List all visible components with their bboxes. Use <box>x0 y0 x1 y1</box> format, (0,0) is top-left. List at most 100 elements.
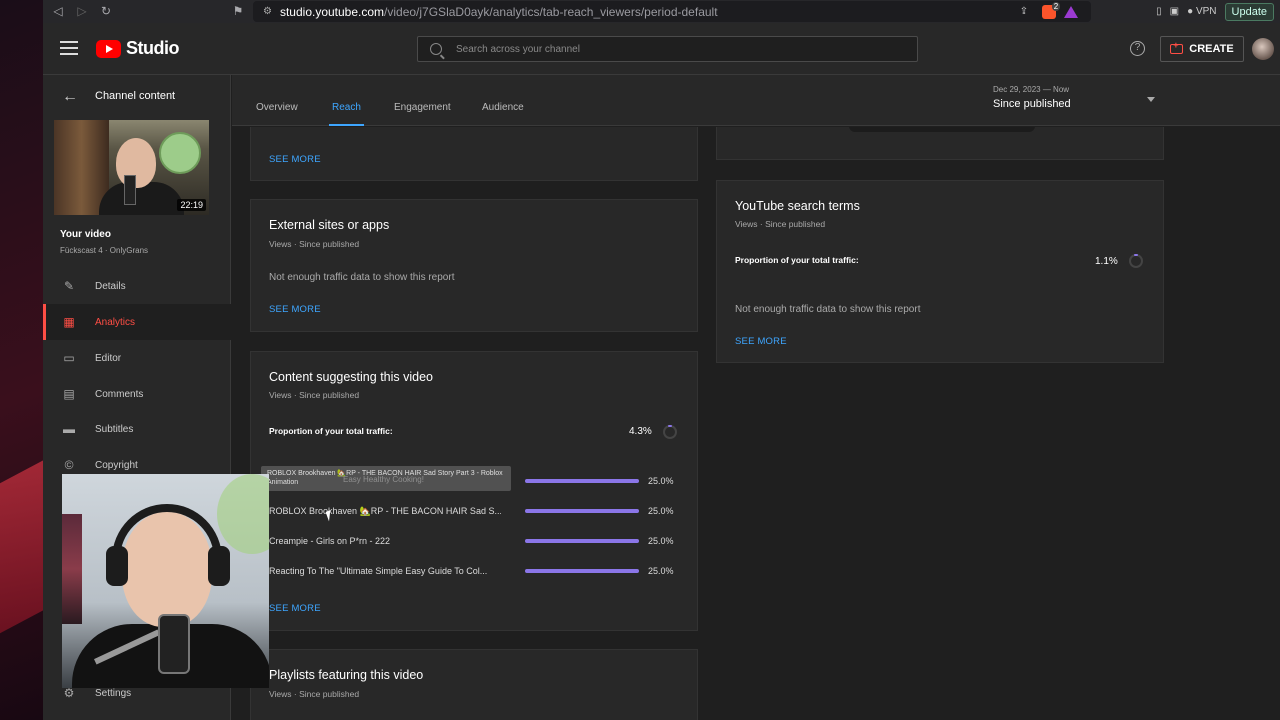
url-host: studio.youtube.com <box>279 4 385 19</box>
see-more-link[interactable]: SEE MORE <box>735 336 787 347</box>
period-label: Since published <box>993 98 1071 110</box>
tab-audience[interactable]: Audience <box>482 102 524 113</box>
url-path: /video/j7GSlaD0ayk/analytics/tab-reach_v… <box>384 4 718 19</box>
share-icon[interactable]: ⇪ <box>1020 6 1028 17</box>
suggesting-row-pct: 25.0% <box>648 506 674 516</box>
microphone-icon <box>158 614 190 674</box>
address-bar[interactable]: ⚙ studio.youtube.com/video/j7GSlaD0ayk/a… <box>253 1 1091 22</box>
card-subtitle: Views · Since published <box>269 390 360 400</box>
suggesting-row-bar <box>525 479 639 483</box>
card-content-suggesting: Content suggesting this video Views · Si… <box>250 351 698 631</box>
no-data-note: Not enough traffic data to show this rep… <box>269 272 455 283</box>
see-more-link[interactable]: SEE MORE <box>269 603 321 614</box>
sidebar-item-editor[interactable]: ▭ Editor <box>43 340 231 376</box>
card-previous-right <box>716 127 1164 160</box>
chevron-down-icon[interactable] <box>1147 97 1155 102</box>
card-youtube-search-terms: YouTube search terms Views · Since publi… <box>716 180 1164 363</box>
tab-engagement[interactable]: Engagement <box>394 102 451 113</box>
create-button[interactable]: CREATE <box>1160 36 1244 62</box>
brave-rewards-icon[interactable] <box>1064 5 1079 18</box>
gear-icon: ⚙ <box>63 686 75 700</box>
wallet-icon[interactable]: ▣ <box>1170 6 1179 17</box>
back-nav-icon[interactable]: ◁ <box>47 0 69 22</box>
sidebar-item-label: Subtitles <box>95 423 134 435</box>
suggesting-row-title[interactable]: ROBLOX Brookhaven 🏡RP - THE BACON HAIR S… <box>269 506 501 517</box>
forward-nav-icon[interactable]: ▷ <box>71 0 93 22</box>
sidebar-toggle-icon[interactable]: ▯ <box>1156 6 1162 17</box>
period-selector[interactable]: Dec 29, 2023 — Now Since published <box>993 85 1071 110</box>
search-box[interactable] <box>417 36 918 62</box>
headphones-icon <box>112 504 222 574</box>
suggesting-row-title[interactable]: Reacting To The "Ultimate Simple Easy Gu… <box>269 566 501 576</box>
title-tooltip: ROBLOX Brookhaven 🏡RP - THE BACON HAIR S… <box>261 466 511 491</box>
suggesting-row-bar <box>525 539 639 543</box>
tab-overview[interactable]: Overview <box>256 102 298 113</box>
suggesting-row-title[interactable]: Creampie - Girls on P*rn - 222 <box>269 536 501 546</box>
bookmark-icon[interactable]: ⚑ <box>227 0 249 22</box>
bar-fill <box>525 539 639 543</box>
sidebar-item-details[interactable]: ✎ Details <box>43 268 231 304</box>
update-button[interactable]: Update <box>1224 2 1274 21</box>
your-video-label: Your video <box>60 229 111 240</box>
sidebar-item-comments[interactable]: ▤ Comments <box>43 376 231 412</box>
video-duration: 22:19 <box>177 199 206 211</box>
card-title: Content suggesting this video <box>269 370 433 384</box>
webcam-overlay <box>62 474 269 688</box>
podcast-logo-icon <box>159 132 201 174</box>
sidebar-item-label: Settings <box>95 687 132 699</box>
account-avatar[interactable] <box>1252 38 1274 60</box>
subtitles-icon: ▬ <box>63 422 75 436</box>
microphone-icon <box>124 175 136 205</box>
video-thumbnail[interactable]: 22:19 <box>54 120 209 215</box>
chart-stub <box>849 127 1035 132</box>
tooltip-ghost-text: Easy Healthy Cooking! <box>343 475 424 484</box>
back-arrow-icon: ← <box>62 88 78 105</box>
card-subtitle: Views · Since published <box>269 239 360 249</box>
logo-text: Studio <box>126 38 180 58</box>
proportion-label: Proportion of your total traffic: <box>269 426 393 436</box>
studio-logo[interactable]: Studio <box>96 38 180 59</box>
proportion-label: Proportion of your total traffic: <box>735 255 859 265</box>
analytics-tabs: Overview Reach Engagement Audience Dec 2… <box>232 75 1280 126</box>
create-video-icon <box>1170 40 1184 54</box>
active-tab-indicator <box>329 124 364 126</box>
proportion-value: 4.3% <box>629 426 652 437</box>
proportion-value: 1.1% <box>1095 256 1118 267</box>
see-more-link[interactable]: SEE MORE <box>269 304 321 315</box>
copyright-icon: © <box>64 458 74 472</box>
site-info-icon[interactable]: ⚙ <box>263 6 272 17</box>
brave-shields-count: 2 <box>1051 1 1061 11</box>
back-to-channel-content[interactable]: ← Channel content <box>43 87 231 107</box>
sidebar-item-label: Details <box>95 280 126 292</box>
card-title: External sites or apps <box>269 218 390 232</box>
proportion-donut-icon <box>1129 254 1143 268</box>
suggesting-row-bar <box>525 569 639 573</box>
video-title: Fückscast 4 · OnlyGrans <box>60 246 149 255</box>
card-title: Playlists featuring this video <box>269 668 424 682</box>
tab-reach[interactable]: Reach <box>332 102 361 113</box>
sidebar-item-analytics[interactable]: ▦ Analytics <box>43 304 231 340</box>
sidebar-item-label: Analytics <box>95 316 136 328</box>
pencil-icon: ✎ <box>63 279 75 293</box>
sidebar-item-subtitles[interactable]: ▬ Subtitles <box>43 411 231 447</box>
suggesting-row-pct: 25.0% <box>648 476 674 486</box>
browser-toolbar: ◁ ▷ ↻ ⚑ ⚙ studio.youtube.com/video/j7GSl… <box>43 0 1280 23</box>
help-icon[interactable]: ? <box>1130 41 1145 56</box>
reload-icon[interactable]: ↻ <box>95 0 117 22</box>
bar-fill <box>525 569 639 573</box>
menu-icon[interactable] <box>60 41 78 55</box>
analytics-content: SEE MORE External sites or apps Views · … <box>232 127 1280 720</box>
card-title: YouTube search terms <box>735 199 860 213</box>
card-playlists: Playlists featuring this video Views · S… <box>250 649 698 720</box>
back-label: Channel content <box>95 90 176 102</box>
card-subtitle: Views · Since published <box>735 219 826 229</box>
bar-fill <box>525 509 639 513</box>
see-more-link[interactable]: SEE MORE <box>269 154 321 165</box>
vpn-button[interactable]: ● VPN <box>1187 6 1216 17</box>
browser-actions: ⇪ 2 ▯ ▣ ● VPN Update <box>1020 0 1280 23</box>
studio-header: Studio ? CREATE <box>43 23 1280 75</box>
brave-shields-icon[interactable]: 2 <box>1042 1 1061 19</box>
sidebar-item-label: Comments <box>95 388 144 400</box>
comment-icon: ▤ <box>63 387 75 401</box>
search-input[interactable] <box>456 43 876 55</box>
